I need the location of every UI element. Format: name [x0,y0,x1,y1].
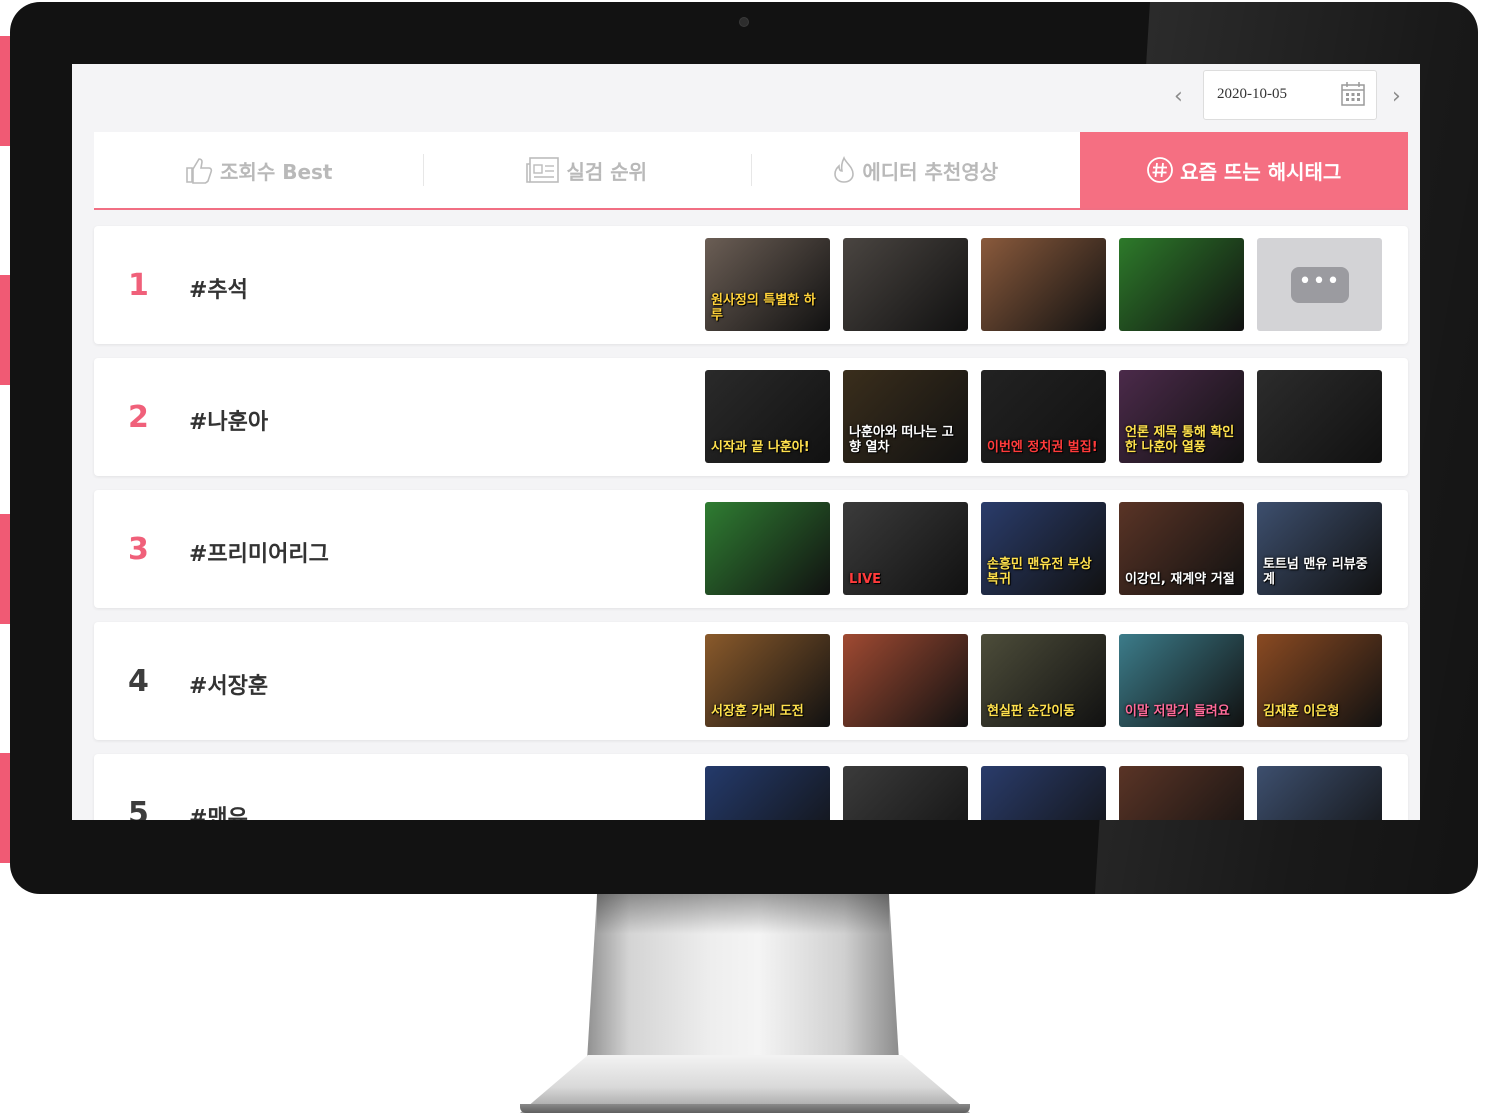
monitor-frame: ‹ 2020-10-05 › 조회수 Best 실검 순위 에디터 추천영상 요… [10,2,1478,894]
more-videos-button[interactable]: ••• [1257,238,1382,331]
video-thumbnail[interactable]: LIVE [843,502,968,595]
video-thumbnail[interactable]: 언론 제목 통해 확인한 나훈아 열풍 [1119,370,1244,463]
ranking-row[interactable]: 1 #추석 원사정의 특별한 하루 ••• [94,226,1408,344]
tab-label: 요즘 뜨는 해시태그 [1180,159,1342,184]
video-thumbnails: 시작과 끝 나훈아! 나훈아와 떠나는 고향 열차이번엔 정치권 벌집! 언론 제목… [705,370,1382,463]
hashtag-label[interactable]: #추석 [189,272,248,304]
video-thumbnail[interactable] [843,238,968,331]
tab-editor-pick[interactable]: 에디터 추천영상 [751,132,1080,208]
video-thumbnail[interactable]: 나훈아와 떠나는 고향 열차 [843,370,968,463]
monitor-stand-shadow [597,894,889,934]
calendar-icon[interactable] [1340,81,1366,107]
video-thumbnail[interactable]: 시작과 끝 나훈아! [705,370,830,463]
hashtag-label[interactable]: #서장훈 [189,668,268,700]
chevron-right-icon[interactable]: › [1392,86,1401,108]
tab-label: 실검 순위 [566,159,648,184]
thumbnail-caption: 시작과 끝 나훈아! [711,440,810,455]
tab-label: 조회수 Best [220,159,333,184]
video-thumbnail[interactable]: 김재훈 이은형 [1257,634,1382,727]
video-thumbnail[interactable] [705,502,830,595]
video-thumbnails: LIVE 손흥민 맨유전 부상 복귀이강인, 재계약 거절 토트넘 맨유 리뷰중계 [705,502,1382,595]
thumbnail-caption: 토트넘 맨유 리뷰중계 [1263,557,1368,587]
camera-icon [739,17,749,27]
video-thumbnail[interactable] [981,238,1106,331]
rank-number: 1 [128,268,149,303]
rank-number: 2 [128,400,149,435]
thumbs-up-icon [186,158,213,184]
video-thumbnails: 원사정의 특별한 하루 ••• [705,238,1382,331]
thumbnail-caption: 언론 제목 통해 확인한 나훈아 열풍 [1125,425,1235,455]
monitor-stand-base-edge [520,1104,970,1113]
video-thumbnails: 서장훈 카레 도전 현실판 순간이동 이말 저말거 들려요 김재훈 이은형 [705,634,1382,727]
video-thumbnail[interactable] [981,766,1106,820]
chevron-left-icon[interactable]: ‹ [1174,86,1183,108]
thumbnail-caption: 김재훈 이은형 [1263,704,1340,719]
flame-icon [834,156,855,183]
hashtag-ranking-list: 1 #추석 원사정의 특별한 하루 ••• 2 #나훈아 시작과 끝 나훈아! 나훈아와 떠나… [94,226,1408,820]
video-thumbnail[interactable]: 손흥민 맨유전 부상 복귀 [981,502,1106,595]
thumbnail-caption: 원사정의 특별한 하루 [711,293,816,323]
thumbnail-caption: 서장훈 카레 도전 [711,704,804,719]
newspaper-icon [526,157,560,183]
tab-views-best[interactable]: 조회수 Best [94,132,423,208]
thumbnail-caption: 이말 저말거 들려요 [1125,704,1230,719]
video-thumbnail[interactable]: 원사정의 특별한 하루 [705,238,830,331]
video-thumbnail[interactable]: 토트넘 맨유 리뷰중계 [1257,502,1382,595]
thumbnail-caption: 이번엔 정치권 벌집! [987,440,1098,455]
hashtag-label[interactable]: #맨유 [189,800,248,820]
ranking-row[interactable]: 2 #나훈아 시작과 끝 나훈아! 나훈아와 떠나는 고향 열차 이번엔 정치권 벌집!… [94,358,1408,476]
tab-search-rank[interactable]: 실검 순위 [422,132,752,208]
video-thumbnail[interactable]: 이강인, 재계약 거절 [1119,502,1244,595]
hashtag-label[interactable]: #나훈아 [189,404,268,436]
video-thumbnail[interactable]: LIVE [843,766,968,820]
hashtag-label[interactable]: #프리미어리그 [189,536,329,568]
video-thumbnail[interactable] [1119,238,1244,331]
rank-number: 3 [128,532,149,567]
video-thumbnail[interactable] [843,634,968,727]
tab-label: 에디터 추천영상 [862,159,999,184]
video-thumbnail[interactable]: 토트넘 맨유 [1257,766,1382,820]
thumbnail-caption: 나훈아와 떠나는 고향 열차 [849,425,954,455]
video-thumbnail[interactable] [1257,370,1382,463]
thumbnail-caption: 현실판 순간이동 [987,704,1076,719]
video-thumbnail[interactable] [705,766,830,820]
category-tabs: 조회수 Best 실검 순위 에디터 추천영상 요즘 뜨는 해시태그 [94,132,1408,210]
ranking-row[interactable]: 5 #맨유 LIVE 토트넘 맨유 [94,754,1408,820]
tab-trending-hashtag[interactable]: 요즘 뜨는 해시태그 [1079,132,1408,208]
hashtag-icon [1147,157,1174,183]
ranking-row[interactable]: 4 #서장훈 서장훈 카레 도전 현실판 순간이동 이말 저말거 들려요 김재훈 이은형 [94,622,1408,740]
rank-number: 5 [128,796,149,820]
video-thumbnail[interactable]: 서장훈 카레 도전 [705,634,830,727]
video-thumbnail[interactable]: 이말 저말거 들려요 [1119,634,1244,727]
more-icon: ••• [1290,266,1349,303]
date-value: 2020-10-05 [1217,86,1287,102]
thumbnail-caption: 손흥민 맨유전 부상 복귀 [987,557,1092,587]
ranking-row[interactable]: 3 #프리미어리그 LIVE 손흥민 맨유전 부상 복귀이강인, 재계약 거절 토트넘 … [94,490,1408,608]
date-picker[interactable]: 2020-10-05 [1203,70,1377,120]
video-thumbnail[interactable] [1119,766,1244,820]
video-thumbnails: LIVE 토트넘 맨유 [705,766,1382,820]
video-thumbnail[interactable]: 이번엔 정치권 벌집! [981,370,1106,463]
video-thumbnail[interactable]: 현실판 순간이동 [981,634,1106,727]
rank-number: 4 [128,664,149,699]
thumbnail-caption: LIVE [849,572,882,587]
thumbnail-caption: 이강인, 재계약 거절 [1125,572,1235,587]
monitor-screen: ‹ 2020-10-05 › 조회수 Best 실검 순위 에디터 추천영상 요… [72,64,1420,820]
